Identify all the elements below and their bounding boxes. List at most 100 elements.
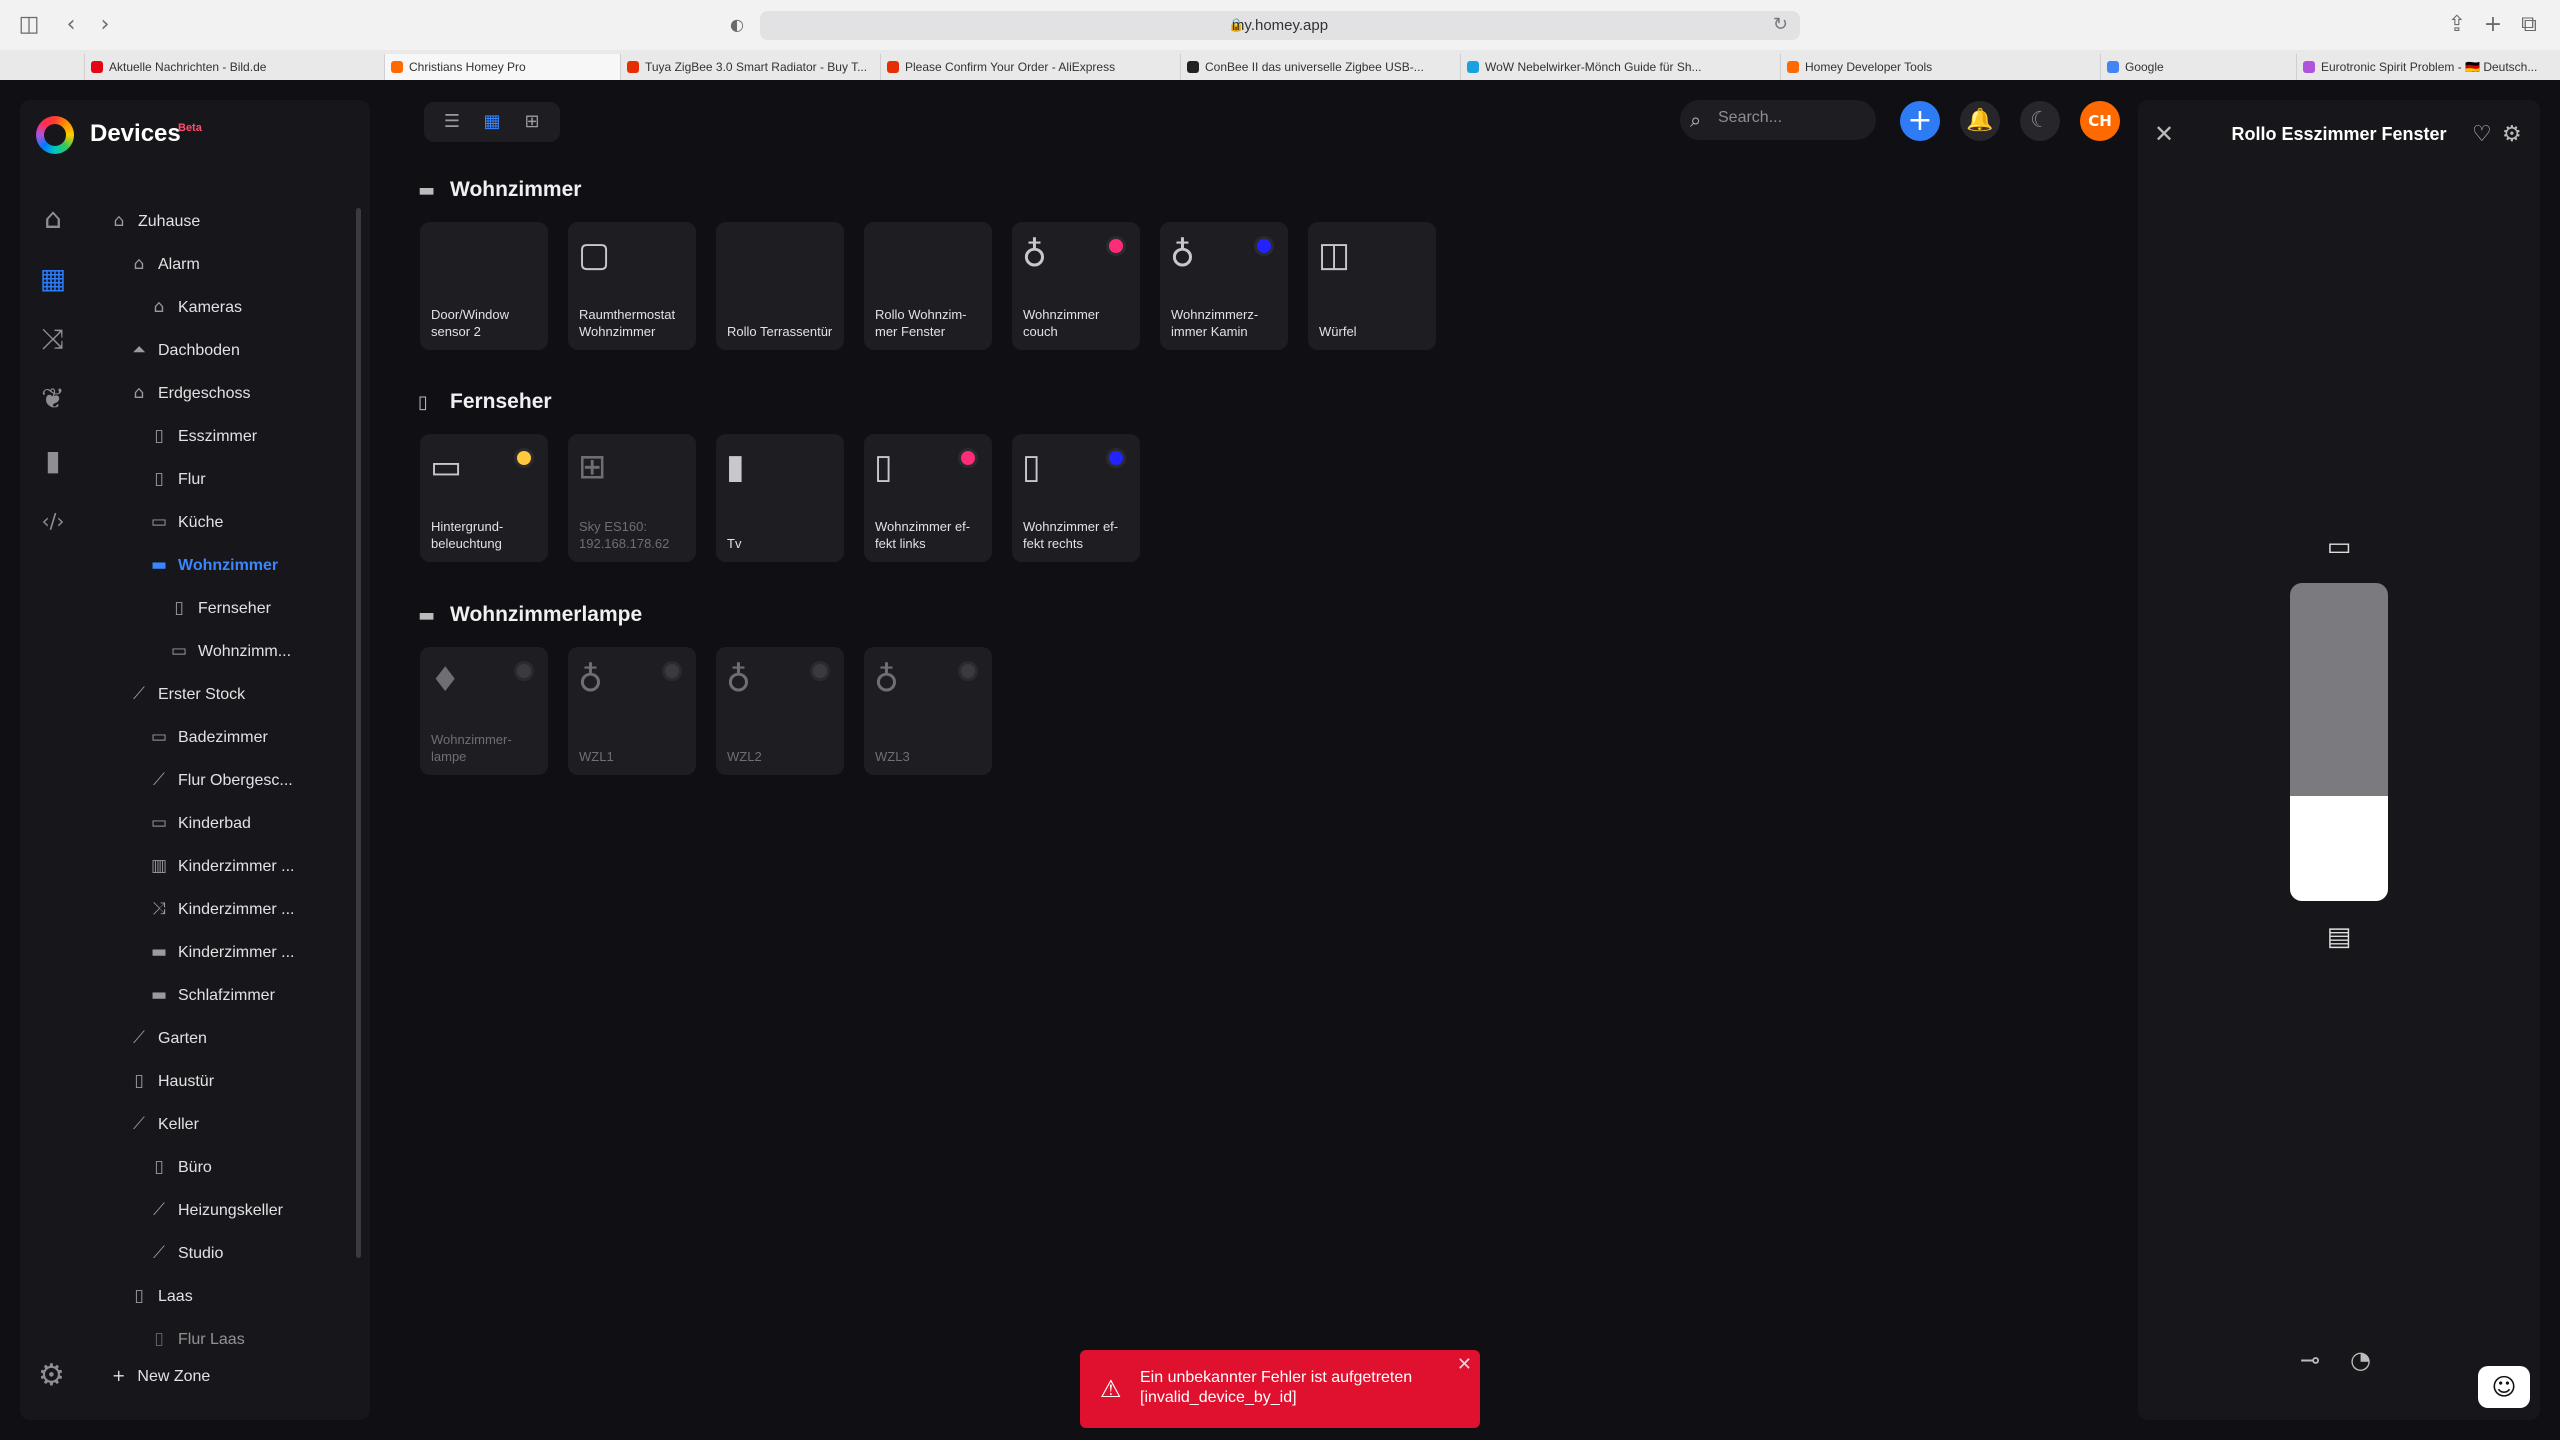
- blind-position-slider[interactable]: [2290, 583, 2388, 901]
- device-card[interactable]: ♁ Wohnzimmerz-immer Kamin: [1160, 222, 1288, 350]
- settings-gear-icon[interactable]: ⚙: [38, 1358, 65, 1393]
- energy-icon[interactable]: ❦: [36, 382, 70, 416]
- zone-item[interactable]: ▥ Kinderzimmer ...: [148, 851, 295, 881]
- zone-item[interactable]: ▯ Büro: [148, 1152, 211, 1182]
- chat-assistant-icon[interactable]: ☺: [2478, 1366, 2530, 1408]
- browser-tab[interactable]: Christians Homey Pro: [384, 54, 620, 80]
- zone-item[interactable]: ▬ Kinderzimmer ...: [148, 937, 295, 967]
- zone-item[interactable]: ⌂ Erdgeschoss: [128, 378, 251, 408]
- speed-gauge-icon[interactable]: ◔: [2350, 1346, 2371, 1374]
- device-card[interactable]: ▮ Tv: [716, 434, 844, 562]
- device-status-dot[interactable]: [662, 661, 682, 681]
- address-bar[interactable]: 🔒 my.homey.app ↻: [760, 11, 1800, 40]
- forward-icon[interactable]: ›: [92, 12, 118, 38]
- browser-tab[interactable]: Google: [2100, 54, 2296, 80]
- zone-item[interactable]: ⟋ Garten: [128, 1023, 207, 1053]
- list-view-icon[interactable]: ☰: [440, 110, 464, 134]
- zone-item[interactable]: ▭ Küche: [148, 507, 223, 537]
- device-card[interactable]: ◫ Würfel: [1308, 222, 1436, 350]
- device-card[interactable]: ▭ Hintergrund-beleuchtung: [420, 434, 548, 562]
- device-settings-gear-icon[interactable]: ⚙: [2502, 122, 2522, 147]
- zone-item[interactable]: ▯ Fernseher: [168, 593, 271, 623]
- zone-icon: ▬: [150, 942, 168, 962]
- add-device-button[interactable]: +: [1900, 101, 1940, 141]
- device-card[interactable]: ♦ Wohnzimmer-lampe: [420, 647, 548, 775]
- user-avatar[interactable]: CH: [2080, 101, 2120, 141]
- browser-tab[interactable]: WoW Nebelwirker-Mönch Guide für Sh...: [1460, 54, 1780, 80]
- zone-item[interactable]: ▯ Laas: [128, 1281, 192, 1311]
- close-toast-icon[interactable]: ✕: [1457, 1354, 1472, 1375]
- notifications-bell-icon[interactable]: 🔔: [1960, 101, 2000, 141]
- favorite-heart-icon[interactable]: ♡: [2472, 122, 2492, 147]
- new-tab-icon[interactable]: +: [2480, 12, 2506, 38]
- large-grid-view-icon[interactable]: ⊞: [520, 110, 544, 134]
- zone-item[interactable]: ▭ Badezimmer: [148, 722, 268, 752]
- zone-item[interactable]: ▭ Wohnzimm...: [168, 636, 291, 666]
- zone-item[interactable]: ▯ Flur: [148, 464, 205, 494]
- zone-item[interactable]: ⟋ Flur Obergesc...: [148, 765, 293, 795]
- section-title: ▬ Wohnzimmerlampe: [418, 603, 642, 627]
- reload-icon[interactable]: ↻: [1773, 14, 1788, 35]
- device-card[interactable]: Rollo Wohnzim-mer Fenster: [864, 222, 992, 350]
- section-label: Wohnzimmerlampe: [450, 603, 643, 626]
- device-status-dot[interactable]: [514, 448, 534, 468]
- device-card[interactable]: ⊞ Sky ES160: 192.168.178.62: [568, 434, 696, 562]
- zone-item[interactable]: ⟋ Heizungskeller: [148, 1195, 283, 1225]
- sidebar-toggle-icon[interactable]: ◫: [16, 12, 42, 38]
- zone-item[interactable]: ▯ Flur Laas: [148, 1324, 244, 1354]
- device-card[interactable]: Door/Window sensor 2: [420, 222, 548, 350]
- zone-item[interactable]: ▭ Kinderbad: [148, 808, 251, 838]
- home-icon[interactable]: ⌂: [36, 202, 70, 236]
- slider-view-icon[interactable]: ⊸: [2300, 1346, 2320, 1374]
- back-icon[interactable]: ‹: [58, 12, 84, 38]
- zone-item[interactable]: ⟋ Keller: [128, 1109, 199, 1139]
- tab-overview-icon[interactable]: ⧉: [2516, 12, 2542, 38]
- device-card[interactable]: ▯ Wohnzimmer ef-fekt links: [864, 434, 992, 562]
- zone-item[interactable]: ⟋ Erster Stock: [128, 679, 245, 709]
- zone-item[interactable]: ⌂ Kameras: [148, 292, 242, 322]
- device-status-dot[interactable]: [810, 661, 830, 681]
- device-card[interactable]: ▯ Wohnzimmer ef-fekt rechts: [1012, 434, 1140, 562]
- browser-tab[interactable]: Tuya ZigBee 3.0 Smart Radiator - Buy T..…: [620, 54, 880, 80]
- zone-item[interactable]: ▯ Haustür: [128, 1066, 214, 1096]
- developer-icon[interactable]: ‹/›: [36, 504, 70, 538]
- device-status-dot[interactable]: [1106, 236, 1126, 256]
- zone-item[interactable]: ▬ Wohnzimmer: [148, 550, 278, 580]
- device-card[interactable]: ♁ WZL3: [864, 647, 992, 775]
- device-card[interactable]: Rollo Terrassentür: [716, 222, 844, 350]
- zone-item[interactable]: ▬ Schlafzimmer: [148, 980, 275, 1010]
- grid-view-icon[interactable]: ▦: [480, 110, 504, 134]
- insights-icon[interactable]: ▮: [36, 444, 70, 478]
- zone-item[interactable]: ▯ Esszimmer: [148, 421, 257, 451]
- device-status-dot[interactable]: [514, 661, 534, 681]
- search-box[interactable]: ⌕: [1680, 100, 1876, 140]
- share-icon[interactable]: ⇪: [2444, 12, 2470, 38]
- browser-tab[interactable]: Aktuelle Nachrichten - Bild.de: [84, 54, 384, 80]
- browser-tab[interactable]: ConBee II das universelle Zigbee USB-...: [1180, 54, 1460, 80]
- zone-item[interactable]: ⌂ Alarm: [128, 249, 200, 279]
- device-card[interactable]: ▢ Raumthermostat Wohnzimmer: [568, 222, 696, 350]
- new-zone-button[interactable]: + New Zone: [112, 1366, 210, 1386]
- zone-item[interactable]: ⌂ Zuhause: [108, 206, 201, 236]
- device-status-dot[interactable]: [958, 448, 978, 468]
- shield-icon[interactable]: ◐: [724, 12, 750, 38]
- zone-label: Schlafzimmer: [178, 987, 275, 1004]
- browser-tab[interactable]: Homey Developer Tools: [1780, 54, 2100, 80]
- device-status-dot[interactable]: [958, 661, 978, 681]
- device-card[interactable]: ♁ Wohnzimmer couch: [1012, 222, 1140, 350]
- zone-item[interactable]: ⤨ Kinderzimmer ...: [148, 894, 294, 924]
- zone-icon: ⟋: [133, 1114, 145, 1134]
- browser-tab[interactable]: Please Confirm Your Order - AliExpress: [880, 54, 1180, 80]
- device-status-dot[interactable]: [1106, 448, 1126, 468]
- device-status-dot[interactable]: [1254, 236, 1274, 256]
- device-card[interactable]: ♁ WZL2: [716, 647, 844, 775]
- zone-item[interactable]: ⟋ Studio: [148, 1238, 223, 1268]
- zone-scrollbar[interactable]: [356, 208, 361, 1258]
- search-input[interactable]: [1718, 109, 1858, 127]
- browser-tab[interactable]: Eurotronic Spirit Problem - 🇩🇪 Deutsch..…: [2296, 54, 2560, 80]
- device-card[interactable]: ♁ WZL1: [568, 647, 696, 775]
- devices-icon[interactable]: ▦: [36, 262, 70, 296]
- zone-item[interactable]: ⏶ Dachboden: [128, 335, 240, 365]
- dark-mode-moon-icon[interactable]: ☾: [2020, 101, 2060, 141]
- flows-icon[interactable]: ⤨: [36, 322, 70, 356]
